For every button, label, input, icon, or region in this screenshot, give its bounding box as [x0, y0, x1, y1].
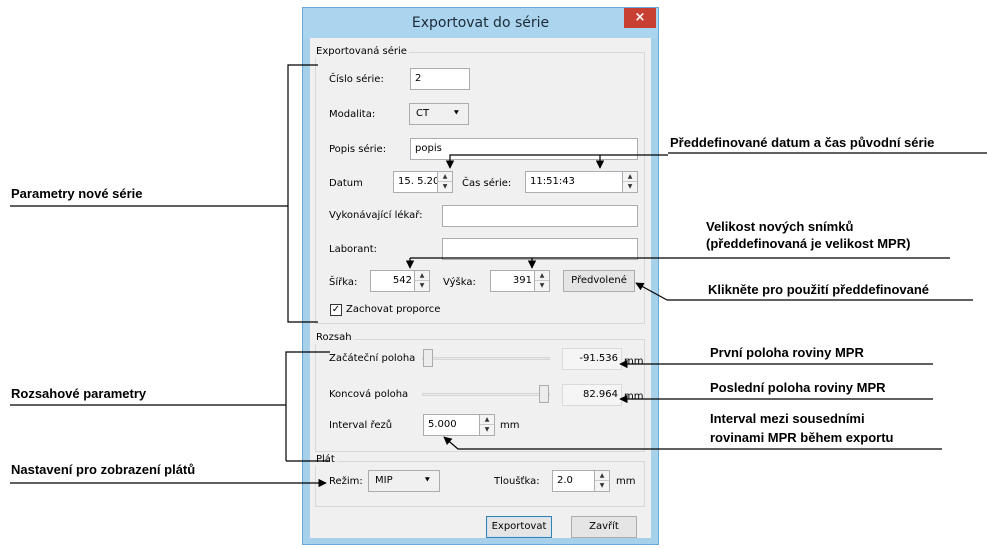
- date-arrow: [445, 154, 668, 169]
- default-arrow: [635, 282, 668, 301]
- annotation-click-default: Klikněte pro použití předdefinované: [708, 282, 930, 297]
- annotation-first-plane: První poloha roviny MPR: [710, 345, 864, 360]
- annotation-predefined-datetime: Předdefinované datum a čas původní série: [670, 135, 935, 150]
- annotation-slab-settings: Nastavení pro zobrazení plátů: [11, 462, 196, 477]
- annotation-new-series-params: Parametry nové série: [11, 186, 143, 201]
- range-bracket: [285, 351, 330, 461]
- annotation-interval-line1: Interval mezi sousedními: [710, 411, 865, 426]
- new-series-bracket: [287, 64, 318, 323]
- annotation-range-params: Rozsahové parametry: [11, 386, 147, 401]
- annotation-image-size-line1: Velikost nových snímků: [706, 219, 854, 234]
- annotation-last-plane: Poslední poloha roviny MPR: [710, 380, 886, 395]
- annotation-image-size-line2: (předdefinovaná je velikost MPR): [706, 236, 911, 251]
- annotation-interval-line2: rovinami MPR během exportu: [710, 430, 894, 445]
